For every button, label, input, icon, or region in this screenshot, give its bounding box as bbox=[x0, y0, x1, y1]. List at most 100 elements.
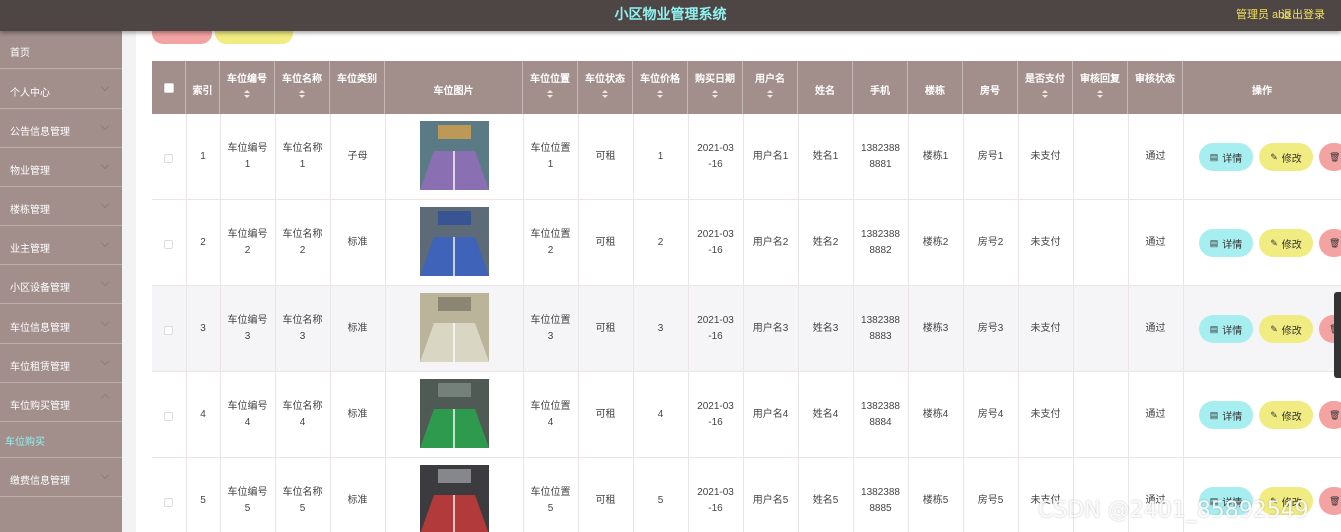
sidebar-item-fees[interactable]: 缴费信息管理 bbox=[0, 457, 122, 497]
cell-room: 房号2 bbox=[963, 200, 1018, 286]
cell-name: 车位名称 4 bbox=[275, 372, 330, 458]
cell-name-text: 4 bbox=[299, 417, 306, 428]
col-header[interactable]: 车位位置 bbox=[523, 61, 578, 114]
col-label: 车位名称 bbox=[282, 74, 322, 85]
cell-phone-text: 8884 bbox=[869, 417, 892, 428]
cell-paid-text: 未支付 bbox=[1030, 151, 1061, 162]
sidebar-item-parking-rent[interactable]: 车位租赁管理 bbox=[0, 344, 122, 383]
cell-username: 用户名3 bbox=[743, 286, 798, 372]
edit-button[interactable]: ✎ 修改 bbox=[1259, 229, 1313, 257]
col-header[interactable]: 车位状态 bbox=[578, 61, 633, 114]
row-checkbox[interactable] bbox=[164, 240, 173, 249]
cell-reply bbox=[1073, 114, 1128, 200]
cell-audit-text: 通过 bbox=[1145, 323, 1166, 334]
col-header[interactable]: 车位价格 bbox=[633, 61, 688, 114]
cell-username-text: 用户名3 bbox=[752, 323, 789, 334]
select-all-checkbox[interactable] bbox=[164, 83, 174, 93]
parking-photo[interactable] bbox=[420, 293, 489, 362]
detail-button[interactable]: ▤ 详情 bbox=[1199, 315, 1253, 343]
trash-icon: 🗑 bbox=[1329, 151, 1341, 162]
sidebar-item-label: 物业管理 bbox=[10, 166, 50, 177]
cell-room: 房号5 bbox=[963, 458, 1018, 532]
cell-audit-text: 通过 bbox=[1145, 151, 1166, 162]
col-header[interactable]: 购买日期 bbox=[688, 61, 743, 114]
row-checkbox[interactable] bbox=[164, 498, 173, 507]
cell-code-text: 3 bbox=[244, 331, 251, 342]
detail-button[interactable]: ▤ 详情 bbox=[1199, 229, 1253, 257]
scrollbar-thumb[interactable] bbox=[1334, 292, 1341, 378]
row-checkbox[interactable] bbox=[164, 154, 173, 163]
sidebar-item-parking-info[interactable]: 车位信息管理 bbox=[0, 304, 122, 344]
sidebar-item-home[interactable]: 首页 bbox=[0, 31, 122, 69]
cell-location: 车位位置 4 bbox=[523, 372, 578, 458]
parking-photo[interactable] bbox=[420, 121, 489, 190]
sidebar-item-parking-purchase[interactable]: 车位购买管理 bbox=[0, 383, 122, 422]
delete-row-button[interactable]: 🗑 bbox=[1319, 229, 1341, 257]
cell-paid: 未支付 bbox=[1018, 200, 1073, 286]
col-label: 房号 bbox=[980, 86, 1000, 97]
table-row: 4 车位编号 4 车位名称 4 标准 车位位置 4 可租 4 2021-03 -16 用户名4 姓名4 13… bbox=[152, 372, 1341, 458]
sidebar-item-notices[interactable]: 公告信息管理 bbox=[0, 109, 122, 148]
col-label: 手机 bbox=[870, 86, 890, 97]
col-header[interactable]: 姓名 bbox=[798, 61, 853, 114]
cell-realname: 姓名5 bbox=[798, 458, 853, 532]
delete-row-button[interactable]: 🗑 bbox=[1319, 487, 1341, 515]
col-header: 操作 bbox=[1183, 61, 1341, 114]
col-header[interactable]: 是否支付 bbox=[1018, 61, 1073, 114]
sidebar-item-owners[interactable]: 业主管理 bbox=[0, 226, 122, 265]
cell-index: 1 bbox=[186, 114, 220, 200]
cell-divider bbox=[385, 372, 386, 458]
parking-photo[interactable] bbox=[420, 207, 489, 276]
col-header[interactable]: 车位图片 bbox=[385, 61, 523, 114]
cell-index-text: 3 bbox=[200, 323, 206, 334]
col-header[interactable]: 房号 bbox=[963, 61, 1018, 114]
pencil-icon: ✎ bbox=[1270, 409, 1278, 420]
row-checkbox[interactable] bbox=[164, 326, 173, 335]
delete-row-button[interactable]: 🗑 bbox=[1319, 401, 1341, 429]
col-header[interactable]: 用户名 bbox=[743, 61, 798, 114]
delete-row-button[interactable]: 🗑 bbox=[1319, 143, 1341, 171]
sidebar-subitem-parking-purchase[interactable]: 车位购买 bbox=[5, 433, 45, 448]
col-header[interactable]: 车位编号 bbox=[220, 61, 275, 114]
cell-type: 标准 bbox=[330, 458, 385, 532]
cell-price: 5 bbox=[633, 458, 688, 532]
edit-button[interactable]: ✎ 修改 bbox=[1259, 315, 1313, 343]
cell-room-text: 房号1 bbox=[977, 151, 1004, 162]
edit-button[interactable]: ✎ 修改 bbox=[1259, 401, 1313, 429]
cell-date-text: 2021-03 bbox=[697, 401, 734, 412]
col-header[interactable]: 手机 bbox=[853, 61, 908, 114]
col-header[interactable]: 车位名称 bbox=[275, 61, 330, 114]
cell-date: 2021-03 -16 bbox=[688, 114, 743, 200]
cell-date-text: 2021-03 bbox=[697, 143, 734, 154]
cell-room: 房号3 bbox=[963, 286, 1018, 372]
sidebar-item-buildings[interactable]: 楼栋管理 bbox=[0, 187, 122, 226]
sidebar: 首页 个人中心 公告信息管理 物业管理 楼栋管理 业主管理 小区设备管理 车位信… bbox=[0, 31, 122, 532]
cell-username-text: 用户名4 bbox=[752, 409, 789, 420]
cell-phone: 1382388 8883 bbox=[853, 286, 908, 372]
cell-code: 车位编号 4 bbox=[220, 372, 275, 458]
cell-code: 车位编号 1 bbox=[220, 114, 275, 200]
document-icon: ▤ bbox=[1209, 237, 1219, 248]
pencil-icon: ✎ bbox=[1270, 323, 1278, 334]
parking-photo[interactable] bbox=[420, 379, 489, 448]
row-checkbox[interactable] bbox=[164, 412, 173, 421]
detail-button[interactable]: ▤ 详情 bbox=[1199, 401, 1253, 429]
cell-audit-text: 通过 bbox=[1145, 237, 1166, 248]
document-icon: ▤ bbox=[1209, 151, 1219, 162]
logout-link[interactable]: 退出登录 bbox=[1281, 6, 1325, 22]
cell-price-text: 5 bbox=[657, 495, 664, 506]
sidebar-item-profile[interactable]: 个人中心 bbox=[0, 69, 122, 109]
cell-code-text: 车位编号 bbox=[227, 143, 268, 154]
sidebar-item-devices[interactable]: 小区设备管理 bbox=[0, 265, 122, 304]
col-label: 购买日期 bbox=[695, 74, 735, 85]
detail-button[interactable]: ▤ 详情 bbox=[1199, 143, 1253, 171]
cell-location-text: 车位位置 bbox=[530, 143, 571, 154]
sidebar-item-property[interactable]: 物业管理 bbox=[0, 148, 122, 187]
col-header[interactable]: 审核回复 bbox=[1073, 61, 1128, 114]
cell-date-text: -16 bbox=[708, 331, 723, 342]
edit-button[interactable]: ✎ 修改 bbox=[1259, 143, 1313, 171]
cell-divider bbox=[385, 200, 386, 286]
col-header: 索引 bbox=[186, 61, 220, 114]
parking-photo[interactable] bbox=[420, 465, 489, 532]
col-header[interactable]: 楼栋 bbox=[908, 61, 963, 114]
